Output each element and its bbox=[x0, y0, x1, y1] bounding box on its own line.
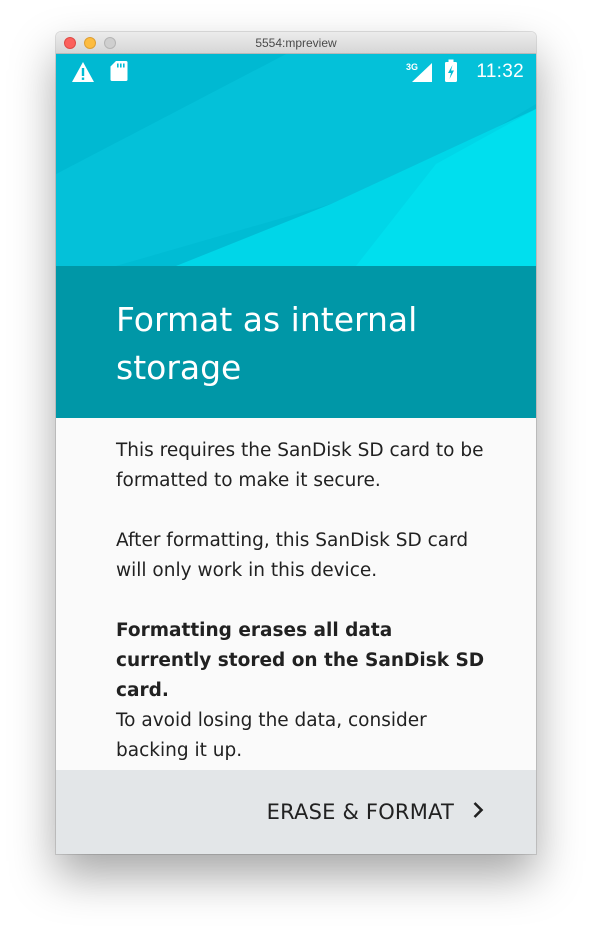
hero-illustration: 3G 11:32 bbox=[56, 54, 536, 266]
erase-warning-bold: Formatting erases all data currently sto… bbox=[116, 620, 485, 701]
status-bar: 3G 11:32 bbox=[56, 54, 536, 90]
emulator-window: 5554:mpreview 3G 11:32 Format as interna… bbox=[56, 32, 536, 854]
backup-advice: To avoid losing the data, consider backi… bbox=[116, 710, 427, 761]
page-title: Format as internal storage bbox=[116, 300, 418, 387]
secure-format-paragraph: This requires the SanDisk SD card to be … bbox=[116, 440, 484, 491]
network-type-label: 3G bbox=[406, 62, 418, 72]
description-text: This requires the SanDisk SD card to be … bbox=[116, 436, 486, 766]
window-titlebar[interactable]: 5554:mpreview bbox=[56, 32, 536, 54]
chevron-right-icon bbox=[472, 801, 484, 824]
window-title: 5554:mpreview bbox=[255, 36, 337, 50]
status-time: 11:32 bbox=[476, 61, 524, 82]
device-screen: 3G 11:32 Format as internal storage This… bbox=[56, 54, 536, 854]
data-loss-warning: Formatting erases all data currently sto… bbox=[116, 616, 486, 766]
footer-bar: ERASE & FORMAT bbox=[56, 770, 536, 854]
erase-format-button[interactable]: ERASE & FORMAT bbox=[267, 792, 484, 832]
header-band: Format as internal storage bbox=[56, 266, 536, 418]
erase-format-label: ERASE & FORMAT bbox=[266, 800, 454, 824]
device-only-paragraph: After formatting, this SanDisk SD card w… bbox=[116, 530, 469, 581]
